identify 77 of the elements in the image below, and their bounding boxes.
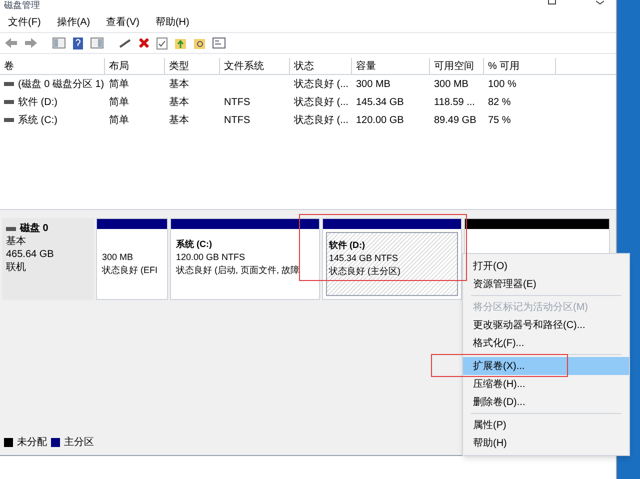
disk-type: 基本 xyxy=(6,235,27,248)
table-cell-text: 状态良好 (... xyxy=(294,114,348,128)
table-cell-text: 100 % xyxy=(488,78,516,92)
menu-item[interactable]: 更改驱动器号和路径(C)... xyxy=(463,316,629,334)
table-cell-text: 89.49 GB xyxy=(434,114,476,128)
table-cell-text: 简单 xyxy=(109,78,129,92)
table-cell-text: 300 MB xyxy=(434,78,468,92)
disk-status: 联机 xyxy=(6,261,27,274)
folder-search-icon[interactable] xyxy=(193,36,206,50)
menu-item[interactable]: 查看(V) xyxy=(106,14,140,30)
column-header[interactable]: 类型 xyxy=(165,58,220,74)
menu-item[interactable]: 属性(P) xyxy=(463,416,629,434)
partition-block[interactable]: 系统 (C:) 120.00 GB NTFS 状态良好 (启动, 页面文件, 故障 xyxy=(170,218,320,300)
drive-icon xyxy=(4,100,14,104)
table-cell-text: 基本 xyxy=(169,114,189,128)
menu-item[interactable]: 压缩卷(H)... xyxy=(463,375,629,393)
disk-name: 磁盘 0 xyxy=(20,222,48,235)
maximize-icon[interactable] xyxy=(548,0,556,5)
table-cell-text: 基本 xyxy=(169,96,189,110)
panel-icon[interactable] xyxy=(90,37,104,49)
menu-item[interactable]: 扩展卷(X)... xyxy=(463,357,629,375)
column-header[interactable]: 状态 xyxy=(290,58,352,74)
column-header[interactable]: % 可用 xyxy=(484,58,556,74)
table-cell-text: 82 % xyxy=(488,96,511,110)
window-icon[interactable] xyxy=(212,37,226,49)
drive-icon xyxy=(6,226,16,230)
table-cell-text: 基本 xyxy=(169,78,189,92)
partition-status: 状态良好 (主分区) xyxy=(329,265,402,278)
partition-size: 120.00 GB NTFS xyxy=(176,251,246,264)
partition-block[interactable]: 300 MB 状态良好 (EFI xyxy=(96,218,168,300)
table-cell-text: 软件 (D:) xyxy=(18,96,58,110)
partition-size: 145.34 GB NTFS xyxy=(329,252,400,265)
partition-status: 状态良好 (EFI xyxy=(102,264,158,277)
menu-item[interactable]: 帮助(H) xyxy=(463,434,629,452)
table-cell-text: 118.59 ... xyxy=(434,96,475,110)
menu-item[interactable]: 资源管理器(E) xyxy=(463,275,629,293)
delete-icon[interactable] xyxy=(138,37,150,49)
legend-label: 主分区 xyxy=(64,436,94,450)
menu-item[interactable]: 文件(F) xyxy=(8,14,41,30)
table-cell-text: 简单 xyxy=(109,114,129,128)
partition-block[interactable]: 软件 (D:) 145.34 GB NTFS 状态良好 (主分区) xyxy=(322,218,462,300)
menu-item[interactable]: 格式化(F)... xyxy=(463,334,629,352)
menu-item[interactable]: 帮助(H) xyxy=(155,14,190,30)
table-cell-text: 300 MB xyxy=(356,78,390,92)
menu-item[interactable]: 打开(O) xyxy=(463,257,629,275)
column-header[interactable]: 文件系统 xyxy=(220,58,290,74)
column-header[interactable]: 卷 xyxy=(0,58,105,74)
menu-item[interactable]: 操作(A) xyxy=(56,14,90,30)
panel-icon[interactable] xyxy=(52,37,66,49)
drive-icon xyxy=(4,82,14,86)
partition-name: 软件 (D:) xyxy=(329,239,366,252)
table-cell-text: 系统 (C:) xyxy=(18,114,58,128)
checklist-icon[interactable] xyxy=(156,36,168,50)
partition-size: 300 MB xyxy=(102,251,134,264)
table-cell-text: NTFS xyxy=(224,96,250,110)
table-cell-text: NTFS xyxy=(224,114,250,128)
table-cell-text: 状态良好 (... xyxy=(294,78,348,92)
menu-item[interactable]: 删除卷(D)... xyxy=(463,393,629,411)
table-cell-text: 145.34 GB xyxy=(356,96,404,110)
column-header[interactable]: 可用空间 xyxy=(430,58,484,74)
table-cell-text: 120.00 GB xyxy=(356,114,404,128)
column-header[interactable]: 布局 xyxy=(105,58,165,74)
table-cell-text: 状态良好 (... xyxy=(294,96,348,110)
folder-up-icon[interactable] xyxy=(174,36,187,50)
table-cell-text: 简单 xyxy=(109,96,129,110)
partition-name: 系统 (C:) xyxy=(176,238,213,251)
help-icon[interactable] xyxy=(72,36,84,50)
drive-icon xyxy=(4,118,14,122)
window-title: 磁盘管理 xyxy=(4,0,40,11)
table-cell-text: 75 % xyxy=(488,114,511,128)
forward-arrow-icon[interactable] xyxy=(24,37,38,49)
back-arrow-icon[interactable] xyxy=(4,37,18,49)
table-cell-text: (磁盘 0 磁盘分区 1) xyxy=(18,78,104,92)
disk-size: 465.64 GB xyxy=(6,248,55,261)
legend-label: 未分配 xyxy=(17,436,47,450)
partition-status: 状态良好 (启动, 页面文件, 故障 xyxy=(176,264,300,277)
column-header[interactable]: 容量 xyxy=(352,58,430,74)
